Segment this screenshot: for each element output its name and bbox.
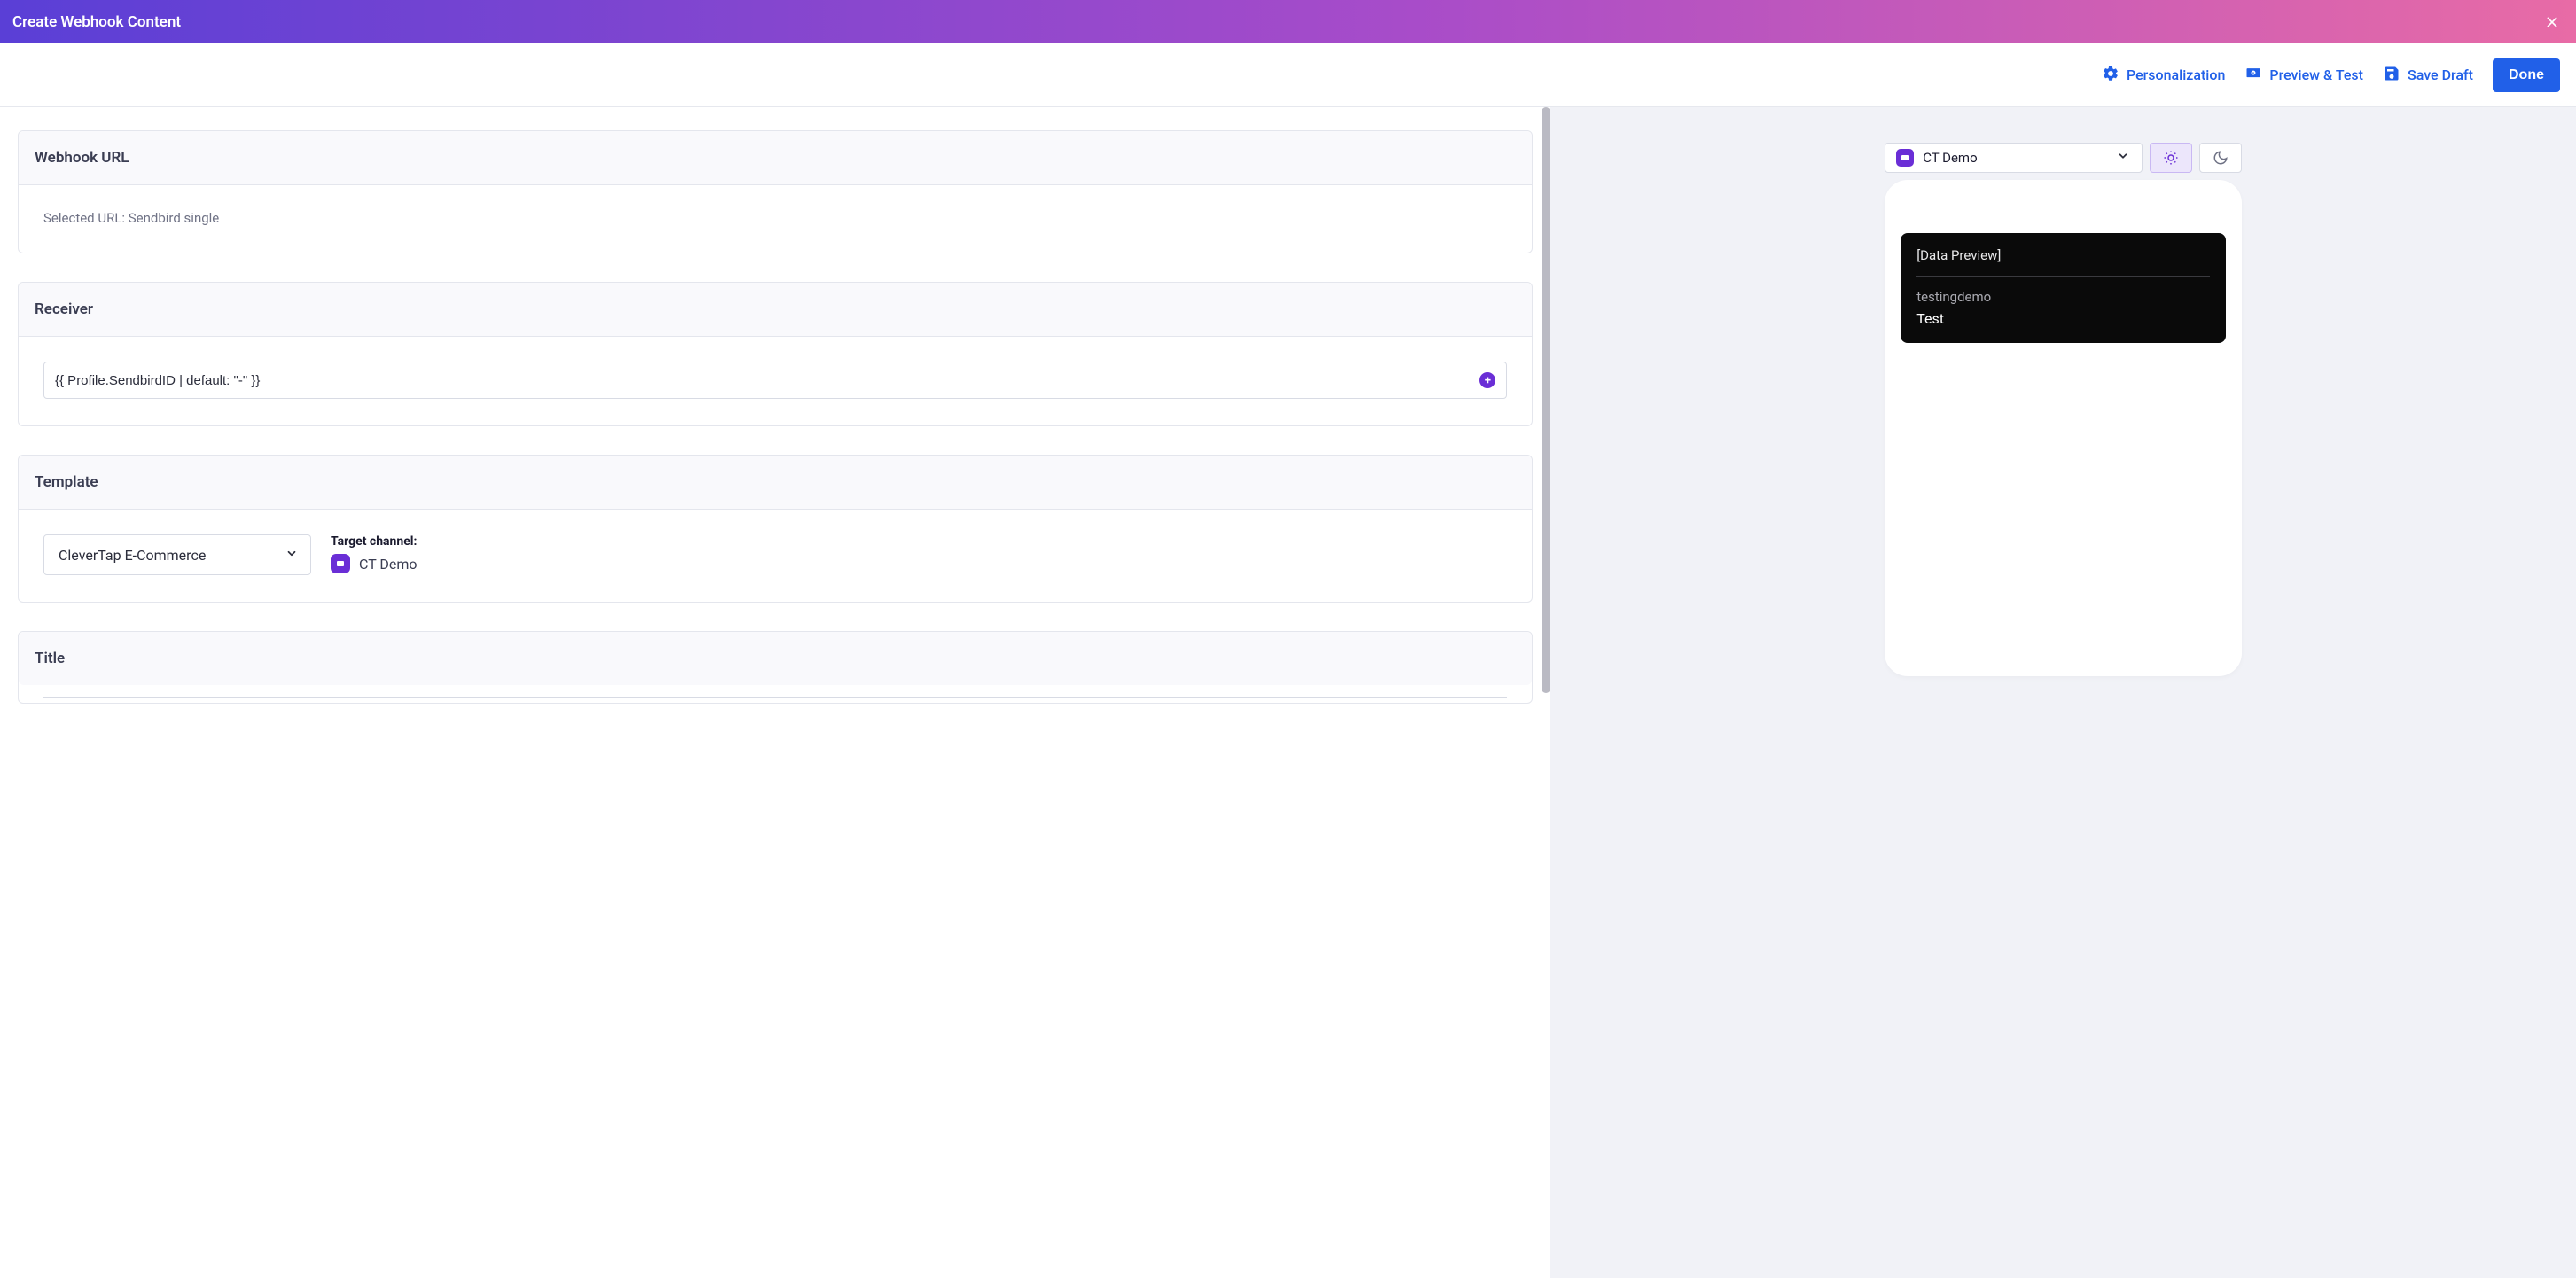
webhook-url-title: Webhook URL — [35, 149, 1516, 167]
receiver-card: Receiver + — [18, 282, 1533, 426]
title-section-title: Title — [35, 650, 1516, 667]
template-select[interactable]: CleverTap E-Commerce — [43, 534, 311, 575]
done-button[interactable]: Done — [2493, 58, 2560, 92]
template-card: Template CleverTap E-Commerce Target cha… — [18, 455, 1533, 603]
preview-controls: CT Demo — [1885, 143, 2242, 173]
header-bar: Create Webhook Content — [0, 0, 2576, 43]
target-channel-block: Target channel: CT Demo — [331, 534, 418, 573]
phone-preview: [Data Preview] testingdemo Test — [1885, 180, 2242, 676]
page-title: Create Webhook Content — [12, 13, 181, 31]
save-icon — [2383, 65, 2400, 86]
chevron-down-icon — [2117, 150, 2129, 166]
form-pane: Webhook URL Selected URL: Sendbird singl… — [0, 107, 1550, 1278]
title-card: Title — [18, 631, 1533, 704]
content-wrap: Webhook URL Selected URL: Sendbird singl… — [0, 107, 2576, 1278]
light-mode-toggle[interactable] — [2150, 143, 2192, 173]
channel-icon — [1896, 149, 1914, 167]
preview-test-button[interactable]: Preview & Test — [2244, 65, 2363, 86]
notification-card: [Data Preview] testingdemo Test — [1901, 233, 2226, 343]
template-title: Template — [35, 473, 1516, 491]
add-receiver-icon[interactable]: + — [1479, 372, 1495, 388]
save-draft-label: Save Draft — [2408, 66, 2473, 83]
webhook-url-card: Webhook URL Selected URL: Sendbird singl… — [18, 130, 1533, 253]
channel-chip: CT Demo — [331, 554, 418, 573]
preview-icon — [2244, 65, 2262, 86]
receiver-title: Receiver — [35, 300, 1516, 318]
notification-message: Test — [1916, 310, 2210, 327]
close-icon[interactable] — [2544, 14, 2560, 30]
save-draft-button[interactable]: Save Draft — [2383, 65, 2473, 86]
scrollbar-thumb[interactable] — [1542, 107, 1550, 693]
template-select-value: CleverTap E-Commerce — [59, 547, 206, 564]
preview-channel-value: CT Demo — [1923, 150, 1977, 166]
channel-icon — [331, 554, 350, 573]
personalization-button[interactable]: Personalization — [2102, 65, 2225, 86]
toolbar: Personalization Preview & Test Save Draf… — [0, 43, 2576, 107]
personalization-label: Personalization — [2127, 66, 2225, 83]
channel-name: CT Demo — [359, 556, 418, 573]
preview-pane: CT Demo [Data Preview] testingdemo Test — [1550, 107, 2576, 1278]
selected-url-text: Selected URL: Sendbird single — [43, 210, 1507, 226]
notification-title: [Data Preview] — [1916, 247, 2210, 277]
target-channel-label: Target channel: — [331, 534, 418, 549]
gear-icon — [2102, 65, 2119, 86]
dark-mode-toggle[interactable] — [2199, 143, 2242, 173]
receiver-input[interactable] — [55, 373, 1479, 388]
notification-sender: testingdemo — [1916, 289, 2210, 305]
receiver-input-row: + — [43, 362, 1507, 399]
chevron-down-icon — [285, 547, 298, 564]
preview-channel-select[interactable]: CT Demo — [1885, 143, 2143, 173]
preview-test-label: Preview & Test — [2269, 66, 2363, 83]
